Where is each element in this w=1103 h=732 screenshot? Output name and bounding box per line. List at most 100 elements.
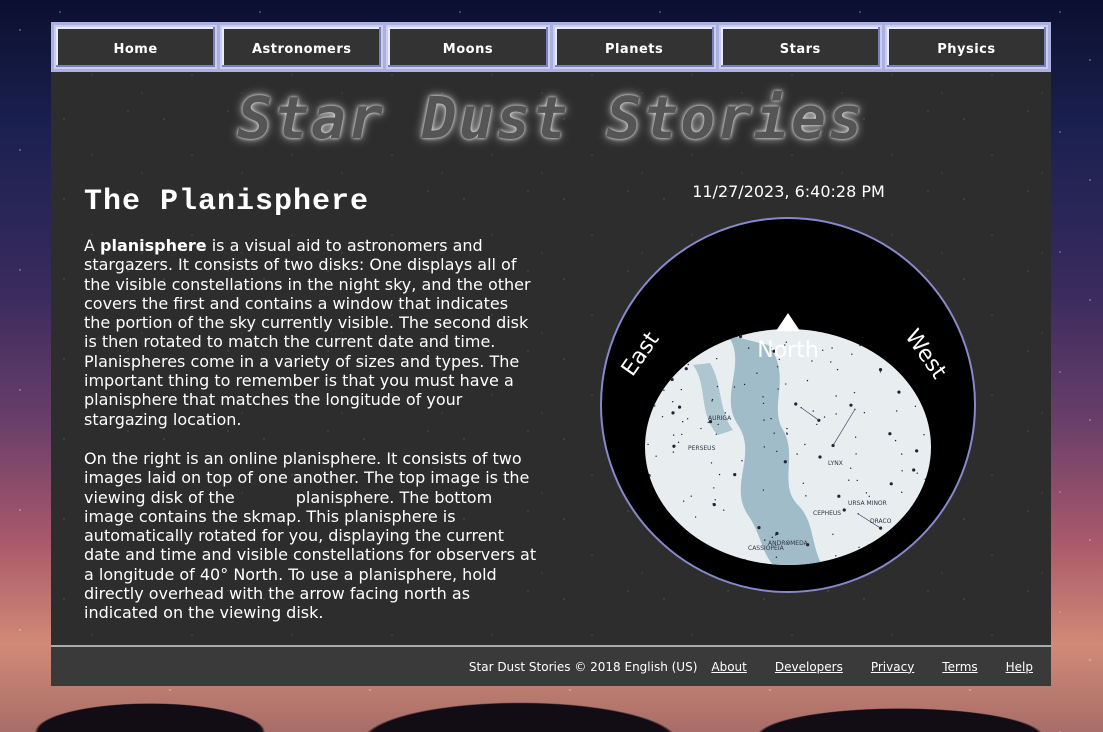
star-point (804, 443, 806, 446)
intro-prefix: A (84, 236, 101, 255)
star-point (842, 508, 846, 512)
star-point (716, 385, 719, 388)
nav-planets-button[interactable]: Planets (552, 25, 716, 69)
star-point (835, 413, 837, 415)
star-point (878, 368, 883, 372)
star-point (717, 423, 719, 426)
star-point (806, 379, 809, 382)
footer-link-terms[interactable]: Terms (942, 660, 977, 674)
star-point (711, 398, 714, 401)
nav-physics-button[interactable]: Physics (884, 25, 1049, 69)
star-point (783, 460, 787, 464)
intro-text: is a visual aid to astronomers and starg… (84, 236, 531, 429)
star-point (863, 411, 866, 414)
nav-home-button[interactable]: Home (54, 25, 218, 69)
star-point (865, 492, 868, 494)
star-point (897, 390, 901, 394)
constellation-label-ursa-minor: URSA MINOR (848, 500, 887, 507)
star-point (849, 403, 853, 407)
star-point (663, 389, 665, 392)
star-point (776, 450, 778, 453)
main-panel: Home Astronomers Moons Planets Stars Phy… (51, 22, 1051, 686)
star-point (756, 372, 758, 374)
star-point (771, 536, 774, 539)
star-point (710, 462, 713, 464)
footer-link-help[interactable]: Help (1006, 660, 1033, 674)
star-point (822, 349, 824, 351)
star-point (733, 473, 737, 477)
star-point (794, 402, 798, 406)
star-point (715, 433, 718, 435)
intro-paragraph: A planisphere is a visual aid to astrono… (84, 236, 539, 429)
star-point (647, 443, 649, 446)
star-point (888, 432, 892, 436)
constellation-label-cepheus: CEPHEUS (813, 510, 841, 517)
star-point (915, 449, 919, 453)
star-point (853, 391, 856, 394)
online-planisphere-paragraph: On the right is an online planisphere. I… (84, 449, 542, 623)
star-point (832, 533, 834, 536)
star-point (916, 472, 918, 474)
star-point (777, 388, 779, 390)
star-point (681, 433, 683, 436)
star-point (835, 395, 837, 397)
star-point (796, 453, 798, 455)
star-point (818, 455, 822, 459)
star-point (805, 495, 807, 497)
star-point (773, 432, 775, 434)
nav-moons-button[interactable]: Moons (386, 25, 550, 69)
star-point (831, 347, 833, 349)
star-point (671, 411, 675, 415)
star-point (741, 460, 743, 462)
star-point (684, 367, 688, 371)
star-point (747, 347, 750, 349)
star-point (677, 405, 682, 409)
star-point (743, 383, 746, 386)
star-point (879, 371, 882, 373)
footer-copyright: Star Dust Stories © 2018 English (US) (468, 659, 698, 674)
star-point (812, 410, 814, 412)
nav-stars-button[interactable]: Stars (718, 25, 882, 69)
nav-astronomers-button[interactable]: Astronomers (220, 25, 384, 69)
north-label: North (757, 338, 819, 363)
star-point (724, 412, 727, 414)
star-point (889, 482, 893, 486)
star-point (802, 482, 805, 484)
star-point (762, 402, 765, 405)
star-point (776, 366, 779, 368)
star-point (837, 494, 841, 498)
constellation-label-lynx: LYNX (828, 460, 843, 467)
star-point (713, 487, 715, 489)
star-point (682, 500, 685, 502)
current-datetime: 11/27/2023, 6:40:28 PM (692, 182, 885, 201)
star-point (896, 410, 898, 412)
star-point (831, 443, 835, 448)
star-point (722, 509, 725, 511)
star-point (711, 400, 713, 402)
star-point (681, 421, 684, 423)
footer-link-privacy[interactable]: Privacy (871, 660, 914, 674)
star-point (816, 423, 818, 426)
star-point (855, 453, 857, 455)
constellation-label-andromeda: ANDROMEDA (768, 540, 809, 547)
star-point (712, 503, 714, 505)
star-point (648, 559, 650, 561)
star-point (786, 427, 788, 430)
star-point (785, 383, 787, 385)
star-point (858, 546, 860, 548)
planisphere-widget[interactable]: CASSIOPEIA CEPHEUS DRACO URSA MINOR PERS… (598, 215, 978, 595)
star-point (672, 434, 675, 436)
star-point (680, 388, 683, 391)
footer-link-about[interactable]: About (711, 660, 746, 674)
star-point (900, 491, 903, 494)
star-point (856, 479, 858, 482)
star-point (923, 434, 925, 436)
star-point (918, 547, 920, 549)
footer-link-developers[interactable]: Developers (775, 660, 843, 674)
planisphere-term: planisphere (100, 236, 207, 255)
star-point (672, 401, 674, 403)
star-point (733, 386, 736, 388)
star-point (850, 467, 852, 469)
star-point (700, 427, 702, 430)
constellation-label-draco: DRACO (870, 518, 892, 525)
